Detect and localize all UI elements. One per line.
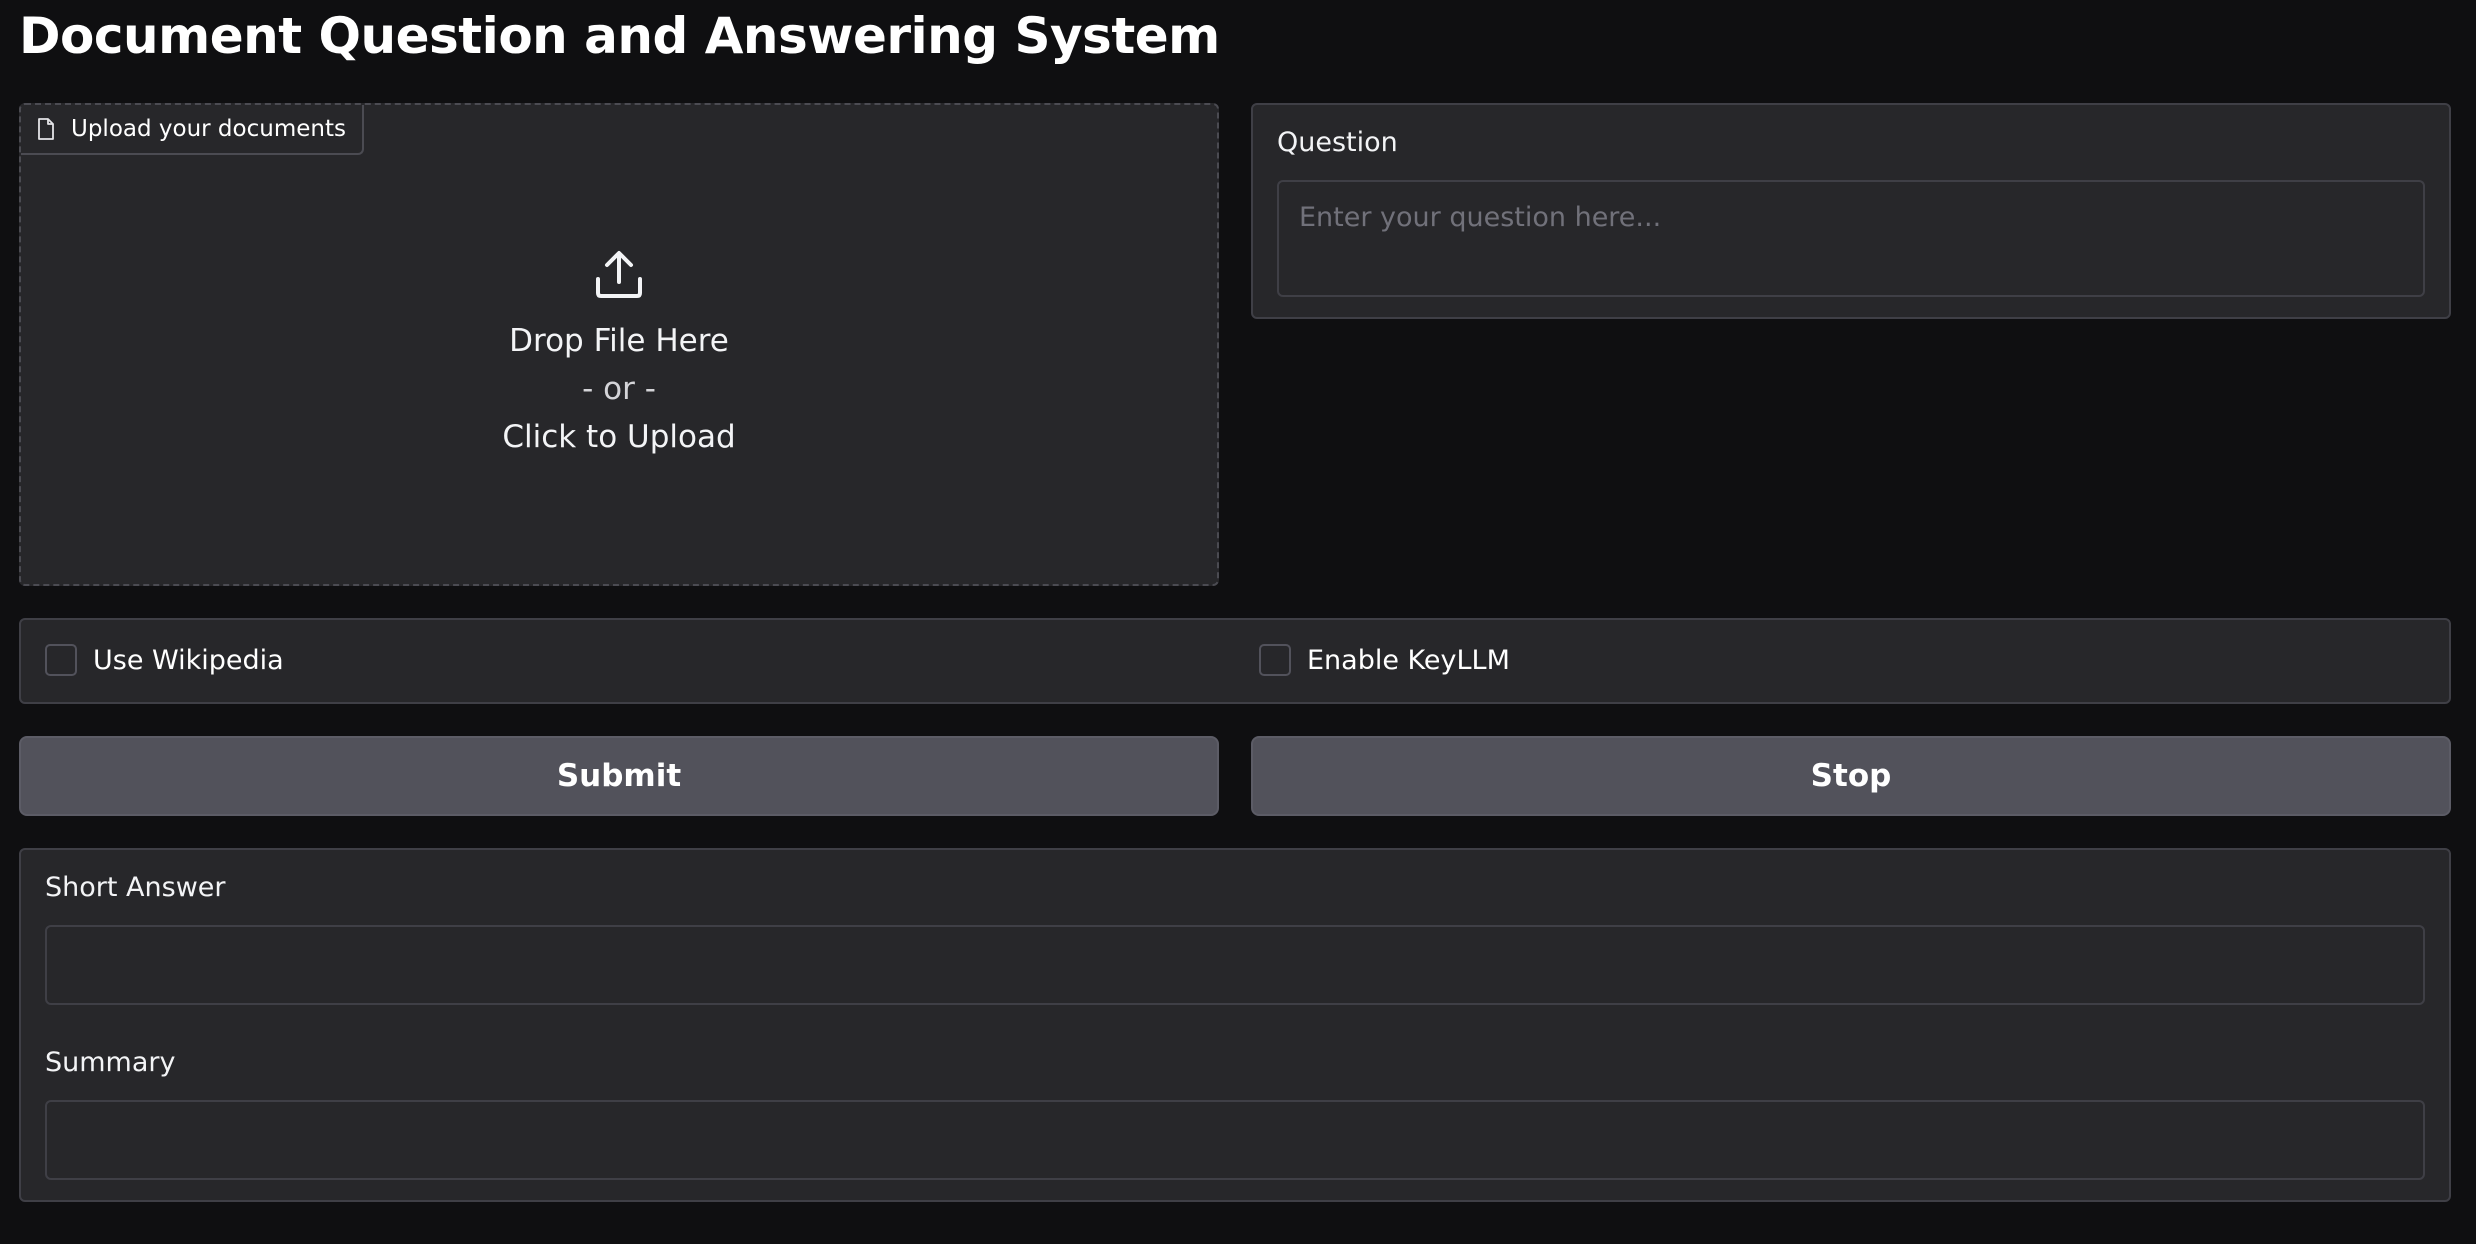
summary-output[interactable] — [45, 1100, 2425, 1180]
short-answer-label: Short Answer — [45, 872, 226, 903]
stop-button[interactable]: Stop — [1251, 736, 2451, 816]
upload-icon — [594, 249, 644, 303]
summary-label: Summary — [45, 1047, 176, 1078]
upload-label-text: Upload your documents — [71, 116, 346, 142]
file-icon — [37, 118, 55, 140]
click-to-upload-text[interactable]: Click to Upload — [502, 413, 735, 461]
enable-keyllm-option[interactable]: Enable KeyLLM — [1259, 644, 1510, 676]
file-upload-dropzone[interactable]: Upload your documents Drop File Here - o… — [19, 103, 1219, 586]
question-label: Question — [1277, 127, 1398, 158]
upload-label-tag: Upload your documents — [21, 105, 364, 155]
question-panel: Question — [1251, 103, 2451, 319]
page-title: Document Question and Answering System — [19, 7, 1220, 65]
question-input[interactable] — [1277, 180, 2425, 297]
upload-prompt[interactable]: Drop File Here - or - Click to Upload — [21, 249, 1217, 461]
results-panel: Short Answer Summary — [19, 848, 2451, 1202]
enable-keyllm-label: Enable KeyLLM — [1307, 644, 1510, 676]
enable-keyllm-checkbox[interactable] — [1259, 644, 1291, 676]
use-wikipedia-label: Use Wikipedia — [93, 644, 284, 676]
or-separator-text: - or - — [582, 371, 656, 407]
drop-file-text: Drop File Here — [509, 323, 729, 359]
short-answer-output[interactable] — [45, 925, 2425, 1005]
options-panel: Use Wikipedia Enable KeyLLM — [19, 618, 2451, 704]
submit-button[interactable]: Submit — [19, 736, 1219, 816]
use-wikipedia-checkbox[interactable] — [45, 644, 77, 676]
use-wikipedia-option[interactable]: Use Wikipedia — [45, 644, 284, 676]
